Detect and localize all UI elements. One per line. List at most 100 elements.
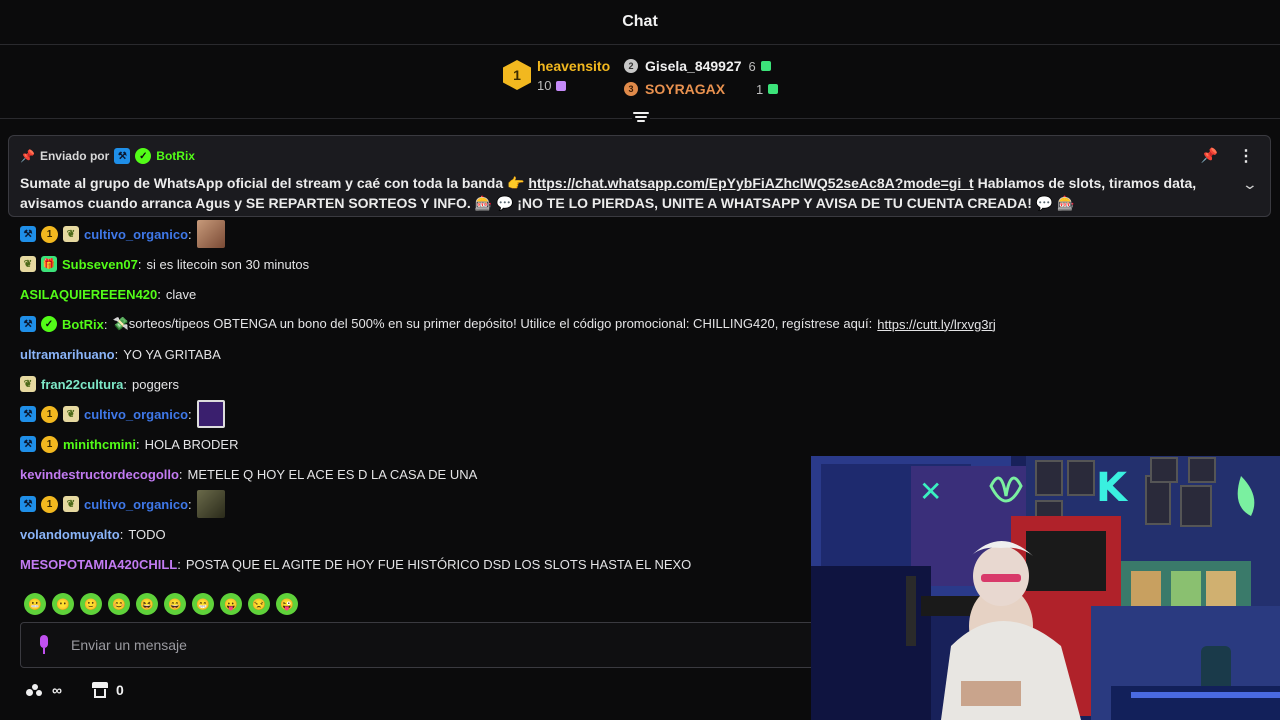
moderator-badge-icon: ⚒ [20,436,36,452]
chat-username[interactable]: MESOPOTAMIA420CHILL [20,557,177,572]
leaderboard-first-count: 10 [537,78,610,93]
chat-footer: ∞ 0 [26,682,124,698]
store-count: 0 [115,682,124,698]
leaderboard-third-name: SOYRAGAX [645,81,726,97]
gift-leaderboard: 1 heavensito 10 2 Gisela_849927 6 3 SOYR… [0,46,1280,118]
chat-title: Chat [622,13,658,30]
moderator-badge-icon: ⚒ [114,148,131,164]
subscriber-badge-icon: 1 [41,405,58,423]
moderator-badge-icon: ⚒ [20,316,36,332]
store-icon [91,682,108,698]
chat-message: ⚒ 1 ❦ cultivo_organico: [20,400,225,428]
leaderboard-second-name: Gisela_849927 [645,58,742,74]
chat-username[interactable]: cultivo_organico [84,407,188,422]
gift-icon [768,84,779,94]
chat-message: kevindestructordecogollo: METELE Q HOY E… [20,466,478,482]
channel-points[interactable]: ∞ [26,682,62,698]
quick-emote-icon[interactable]: 😛 [220,593,242,615]
cup-emote-icon [196,400,225,428]
chat-message: ⚒ 1 minithcmini: HOLA BRODER [20,432,239,456]
moderator-badge-icon: ⚒ [20,406,36,422]
more-options-icon[interactable]: ⋮ [1238,146,1254,166]
moderator-badge-icon: ⚒ [20,226,36,242]
chat-message-input[interactable] [71,637,771,653]
gifter-badge-icon: 🎁 [41,256,57,272]
subscriber-badge-icon: 1 [41,435,58,453]
silver-medal-icon: 2 [624,59,638,73]
pinned-text-before: Sumate al grupo de WhatsApp oficial del … [20,175,525,191]
chat-message-text: YO YA GRITABA [123,346,221,362]
chat-username[interactable]: fran22cultura [41,377,123,392]
chat-message-text: TODO [128,526,166,542]
leaderboard-first-count-value: 10 [537,78,552,93]
moderator-badge-icon: ⚒ [20,496,36,512]
microphone-icon[interactable] [37,635,51,655]
points-icon [26,683,44,697]
leaderboard-third-count: 1 [756,81,779,97]
verified-badge-icon: ✓ [135,148,152,164]
chat-message-text: METELE Q HOY EL ACE ES D LA CASA DE UNA [187,466,478,482]
chat-message: ultramarihuano: YO YA GRITABA [20,346,221,362]
svg-text:K: K [1096,465,1129,511]
subscriber-badge-icon: 1 [41,495,58,513]
leaderboard-second-count: 6 [749,59,771,74]
chat-username[interactable]: cultivo_organico [84,227,188,242]
leaderboard-first[interactable]: 1 heavensito 10 [503,58,610,93]
leaf-badge-icon: ❦ [63,496,79,512]
chat-message: volandomuyalto: TODO [20,526,166,542]
collapse-leaderboard-icon[interactable] [632,111,650,125]
quick-emote-icon[interactable]: 🙂 [80,593,102,615]
webcam-overlay: K ✕ [811,456,1280,720]
chat-message: ⚒ 1 ❦ cultivo_organico: [20,220,225,248]
verified-badge-icon: ✓ [41,316,57,332]
bronze-medal-icon: 3 [624,82,638,96]
chat-message: ❦ fran22cultura: poggers [20,372,179,396]
chat-message: ⚒ ✓ BotRix: 💸sorteos/tipeos OBTENGA un b… [20,312,996,336]
quick-emote-icon[interactable]: 😶 [52,593,74,615]
pinned-whatsapp-link[interactable]: https://chat.whatsapp.com/EpYybFiAZhcIWQ… [528,175,973,191]
chat-username[interactable]: ultramarihuano [20,347,115,362]
quick-emote-icon[interactable]: 😆 [136,593,158,615]
chat-username[interactable]: BotRix [62,317,104,332]
webcam-scene: K ✕ [811,456,1280,720]
pinned-sender-row: 📌 Enviado por ⚒ ✓ BotRix [20,148,195,164]
chat-username[interactable]: cultivo_organico [84,497,188,512]
quick-emote-icon[interactable]: 😄 [164,593,186,615]
pin-icon: 📌 [20,149,35,163]
gift-icon [760,61,771,71]
quick-emote-icon[interactable]: 😊 [108,593,130,615]
chat-username[interactable]: ASILAQUIEREEEN420 [20,287,157,302]
chat-username[interactable]: kevindestructordecogollo [20,467,179,482]
quick-emote-icon[interactable]: 😜 [276,593,298,615]
chevron-down-icon[interactable]: ⌄ [1242,176,1258,193]
quick-emote-icon[interactable]: 😬 [24,593,46,615]
chat-username[interactable]: volandomuyalto [20,527,120,542]
quick-emote-icon[interactable]: 😁 [192,593,214,615]
quick-emote-bar: 😬 😶 🙂 😊 😆 😄 😁 😛 😒 😜 [24,593,298,615]
leaderboard-second[interactable]: 2 Gisela_849927 6 [624,58,771,74]
chat-message-text: 💸sorteos/tipeos OBTENGA un bono del 500%… [112,316,873,331]
chat-message-link[interactable]: https://cutt.ly/lrxvg3rj [877,317,995,332]
quick-emote-icon[interactable]: 😒 [248,593,270,615]
leaderboard-first-name: heavensito [537,58,611,74]
leaderboard-third[interactable]: 3 SOYRAGAX 1 [624,81,779,97]
gift-icon [556,80,567,91]
leaf-badge-icon: ❦ [20,376,36,392]
pinned-sent-by-label: Enviado por [39,149,110,163]
leaderboard-third-count-value: 1 [756,81,764,97]
store-button[interactable]: 0 [91,682,124,698]
pinned-message-text: Sumate al grupo de WhatsApp oficial del … [20,173,1230,213]
chat-username[interactable]: Subseven07 [62,257,138,272]
chat-username[interactable]: minithcmini [63,437,136,452]
points-value: ∞ [52,682,62,698]
pinned-sender-name[interactable]: BotRix [156,149,195,163]
unpin-icon[interactable]: 📌 [1201,147,1218,164]
chat-message-text: clave [165,286,197,302]
chat-message: ❦ 🎁 Subseven07: si es litecoin son 30 mi… [20,252,309,276]
laughing-emote-icon [196,220,225,248]
leaf-badge-icon: ❦ [20,256,36,272]
leaf-badge-icon: ❦ [63,226,79,242]
chat-message-text: si es litecoin son 30 minutos [146,256,310,272]
chat-input-box[interactable] [20,622,820,668]
plant-emote-icon [196,490,225,518]
